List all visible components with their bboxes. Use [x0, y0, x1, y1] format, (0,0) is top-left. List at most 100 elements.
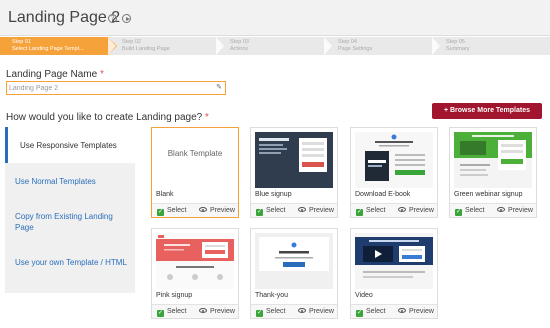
select-label: Select [366, 308, 386, 315]
template-card-pink-signup[interactable]: Pink signup ✓ Select Preview [151, 228, 239, 319]
browse-more-templates-button[interactable]: + Browse More Templates [432, 103, 542, 119]
sidebar-item-normal-templates[interactable]: Use Normal Templates [5, 176, 135, 187]
preview-label: Preview [409, 308, 434, 315]
eye-icon [298, 207, 306, 212]
template-thumbnail[interactable]: Blank Template [156, 132, 234, 188]
select-label: Select [167, 207, 187, 214]
check-icon: ✓ [256, 209, 263, 216]
check-icon: ✓ [157, 310, 164, 317]
template-card-blank[interactable]: Blank Template Blank ✓ Select Preview [151, 127, 239, 218]
template-card-download-ebook[interactable]: Download E-book ✓ Select Preview [350, 127, 438, 218]
preview-label: Preview [210, 308, 235, 315]
select-label: Select [366, 207, 386, 214]
preview-button[interactable]: Preview [298, 305, 334, 318]
eye-icon [497, 207, 505, 212]
preview-label: Preview [309, 207, 334, 214]
card-actions: ✓ Select Preview [251, 203, 337, 217]
preview-button[interactable]: Preview [497, 204, 533, 217]
template-thumbnail[interactable] [454, 132, 532, 188]
template-card-video[interactable]: Video ✓ Select Preview [350, 228, 438, 319]
preview-button[interactable]: Preview [199, 305, 235, 318]
card-actions: ✓ Select Preview [351, 304, 437, 318]
step-label: Page Settings [338, 46, 373, 52]
card-actions: ✓ Select Preview [351, 203, 437, 217]
preview-label: Preview [309, 308, 334, 315]
select-label: Select [266, 308, 286, 315]
input-helper-icon[interactable]: ✎ [215, 84, 223, 92]
play-icon[interactable] [122, 14, 131, 23]
preview-button[interactable]: Preview [199, 204, 235, 217]
sidebar-item-label: Use Responsive Templates [20, 140, 117, 150]
eye-icon [199, 207, 207, 212]
select-button[interactable]: ✓ Select [455, 204, 484, 217]
step-number: Step 05 [446, 39, 465, 45]
template-name: Video [355, 292, 373, 299]
step-2[interactable]: Step 02 Build Landing Page [108, 37, 218, 55]
blank-template-text: Blank Template [167, 149, 223, 158]
select-label: Select [167, 308, 187, 315]
template-thumbnail[interactable] [355, 233, 433, 289]
preview-label: Preview [409, 207, 434, 214]
preview-label: Preview [210, 207, 235, 214]
template-name: Thank-you [255, 292, 289, 299]
check-icon: ✓ [157, 209, 164, 216]
template-name: Blank [156, 191, 174, 198]
step-1[interactable]: Step 01 Select Landing Page Templ... [0, 37, 117, 55]
template-name: Green webinar signup [454, 191, 523, 198]
template-thumbnail[interactable] [255, 233, 333, 289]
select-button[interactable]: ✓ Select [157, 204, 186, 217]
sidebar-item-label: Use Normal Templates [15, 177, 96, 186]
step-number: Step 01 [12, 39, 31, 45]
creation-method-question: How would you like to create Landing pag… [6, 112, 209, 123]
step-number: Step 04 [338, 39, 357, 45]
creation-method-sidebar: Use Responsive Templates Use Normal Temp… [5, 127, 135, 293]
template-thumbnail[interactable] [355, 132, 433, 188]
step-label: Actions [230, 46, 249, 52]
preview-button[interactable]: Preview [398, 204, 434, 217]
select-button[interactable]: ✓ Select [356, 204, 385, 217]
select-button[interactable]: ✓ Select [356, 305, 385, 318]
template-card-blue-signup[interactable]: Blue signup ✓ Select Preview [250, 127, 338, 218]
sidebar-item-copy-existing[interactable]: Copy from Existing Landing Page [5, 211, 130, 233]
eye-icon [298, 308, 306, 313]
question-text: How would you like to create Landing pag… [6, 112, 203, 123]
step-3[interactable]: Step 03 Actions [216, 37, 326, 55]
template-card-thank-you[interactable]: Thank-you ✓ Select Preview [250, 228, 338, 319]
template-card-green-webinar[interactable]: Green webinar signup ✓ Select Preview [449, 127, 537, 218]
check-icon: ✓ [356, 310, 363, 317]
sidebar-item-label: Use your own Template / HTML [15, 258, 127, 267]
card-actions: ✓ Select Preview [152, 203, 238, 217]
template-thumbnail[interactable] [156, 233, 234, 289]
select-label: Select [465, 207, 485, 214]
select-button[interactable]: ✓ Select [157, 305, 186, 318]
required-mark: * [205, 112, 209, 123]
help-icon[interactable]: ? [108, 14, 117, 23]
eye-icon [199, 308, 207, 313]
select-button[interactable]: ✓ Select [256, 305, 285, 318]
landing-page-name-input[interactable] [6, 81, 226, 95]
sidebar-item-label: Copy from Existing Landing Page [15, 212, 113, 232]
preview-label: Preview [508, 207, 533, 214]
step-5[interactable]: Step 05 Summary [432, 37, 550, 55]
template-thumbnail[interactable] [255, 132, 333, 188]
step-label: Build Landing Page [122, 46, 170, 52]
template-name: Download E-book [355, 191, 411, 198]
sidebar-item-responsive-templates[interactable]: Use Responsive Templates [5, 127, 135, 163]
card-actions: ✓ Select Preview [251, 304, 337, 318]
select-button[interactable]: ✓ Select [256, 204, 285, 217]
step-number: Step 03 [230, 39, 249, 45]
sidebar-item-own-html[interactable]: Use your own Template / HTML [5, 257, 130, 268]
step-label: Summary [446, 46, 470, 52]
card-actions: ✓ Select Preview [152, 304, 238, 318]
name-field-label: Landing Page Name * [6, 69, 104, 80]
check-icon: ✓ [455, 209, 462, 216]
eye-icon [398, 207, 406, 212]
step-4[interactable]: Step 04 Page Settings [324, 37, 434, 55]
template-name: Pink signup [156, 292, 193, 299]
preview-button[interactable]: Preview [398, 305, 434, 318]
wizard-stepper: Step 01 Select Landing Page Templ... Ste… [0, 37, 550, 55]
check-icon: ✓ [356, 209, 363, 216]
template-name: Blue signup [255, 191, 292, 198]
preview-button[interactable]: Preview [298, 204, 334, 217]
card-actions: ✓ Select Preview [450, 203, 536, 217]
